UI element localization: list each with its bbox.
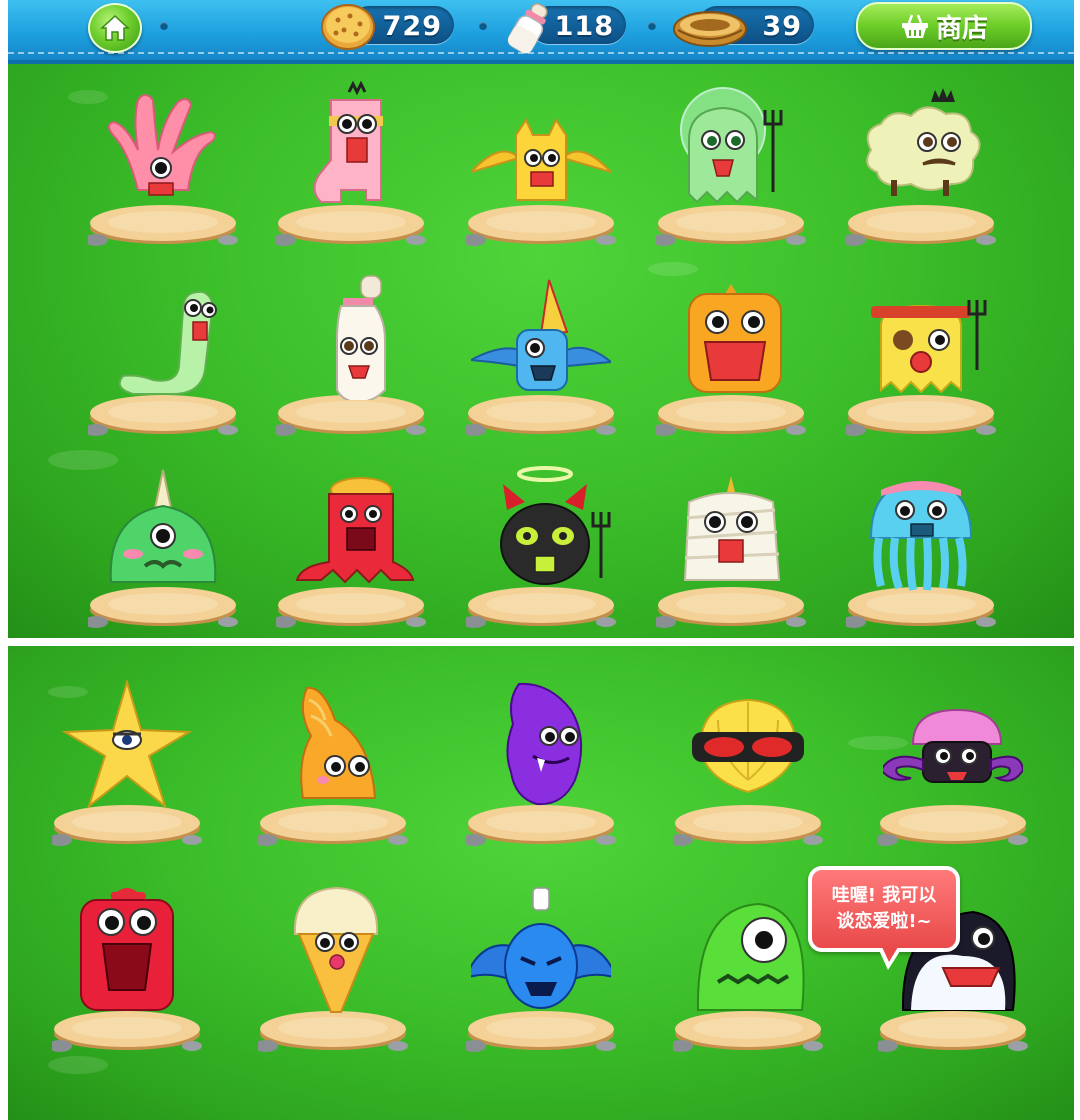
shop-button[interactable]: 商店 (856, 2, 1032, 50)
blue-chef-bat-monster-icon (471, 887, 611, 1009)
shop-label: 商店 (935, 13, 988, 44)
black-devil-cat-monster-icon (500, 466, 611, 585)
monster-slot-yellow-pirate[interactable] (836, 270, 1006, 440)
monster-slot-blue-bat[interactable] (456, 886, 626, 1056)
purple-crab-monster-icon (883, 708, 1023, 783)
home-button[interactable] (88, 3, 142, 53)
monster-slot-purple-vampire[interactable] (456, 680, 626, 850)
speech-bubble: 哇喔! 我可以 谈恋爱啦!~ (808, 866, 960, 970)
monster-slot-orange-square[interactable] (646, 270, 816, 440)
red-octopus-monster-icon (295, 477, 415, 584)
orange-square-monster-icon (688, 284, 782, 393)
green-worm-monster-icon (118, 290, 217, 395)
green-cyclops-monster-icon (696, 902, 805, 1011)
divider-dot (160, 22, 168, 30)
blue-jellyfish-monster-icon (869, 480, 973, 591)
monster-slot-pink-sock[interactable] (266, 80, 436, 250)
milk-bottle-monster-icon (336, 275, 386, 400)
monster-slot-yellow-bird[interactable] (456, 80, 626, 250)
yellow-pirate-monster-icon (871, 300, 987, 394)
resource-bar: 729 118 39 商店 (8, 0, 1074, 64)
blue-party-hat-monster-icon (471, 279, 611, 391)
speech-bubble-text: 哇喔! 我可以 谈恋爱啦!~ (831, 885, 937, 932)
monster-slot-green-bubble[interactable] (646, 80, 816, 250)
ice-cream-monster-icon (293, 886, 379, 1013)
orange-shell-monster-icon (300, 686, 377, 799)
monster-slot-sheep[interactable] (836, 80, 1006, 250)
monster-slot-yellow-clam[interactable] (663, 680, 833, 850)
divider-dot (648, 22, 656, 30)
monster-slot-green-horn[interactable] (78, 462, 248, 632)
green-bubble-monster-icon (680, 87, 783, 204)
monster-slot-green-worm[interactable] (78, 270, 248, 440)
monster-slot-black-cat-angel[interactable] (456, 462, 626, 632)
cookie-count: 729 (382, 11, 442, 42)
basket-icon (901, 14, 928, 38)
monster-slot-pink-tentacle[interactable] (78, 80, 248, 250)
green-horn-monster-icon (109, 469, 217, 583)
monster-slot-blue-jellyfish[interactable] (836, 462, 1006, 632)
monster-collection-page-1: 729 118 39 商店 (8, 0, 1074, 638)
monster-slot-starfish[interactable] (42, 680, 212, 850)
yellow-winged-monster-icon (471, 117, 611, 201)
monster-slot-blue-unicorn-bat[interactable] (456, 270, 626, 440)
monster-slot-mummy[interactable] (646, 462, 816, 632)
cookie-icon (321, 4, 375, 50)
sunglasses-clam-monster-icon (692, 698, 804, 794)
monster-slot-purple-crab[interactable] (868, 680, 1038, 850)
grass-tuft (48, 1056, 108, 1074)
monster-slot-ice-cream[interactable] (248, 886, 418, 1056)
monster-slot-milk-bottle[interactable] (266, 270, 436, 440)
red-jelly-monster-icon (80, 888, 174, 1011)
ring-count: 39 (762, 11, 802, 42)
monster-slot-shell[interactable] (248, 680, 418, 850)
starfish-monster-icon (61, 680, 193, 809)
monster-slot-red-octopus[interactable] (266, 462, 436, 632)
pink-tentacle-monster-icon (108, 94, 216, 196)
pink-sock-monster-icon (313, 80, 383, 203)
monster-slot-red-jelly[interactable] (42, 886, 212, 1056)
purple-fang-monster-icon (506, 682, 583, 806)
divider-dot (479, 22, 487, 30)
milk-count: 118 (554, 11, 614, 42)
monster-collection-page-2: 哇喔! 我可以 谈恋爱啦!~ (8, 646, 1074, 1120)
ring-nest-icon (673, 11, 747, 47)
mummy-monster-icon (683, 476, 781, 581)
sheep-monster-icon (866, 88, 981, 196)
milk-bottle-icon (507, 3, 548, 54)
home-icon (100, 14, 130, 41)
